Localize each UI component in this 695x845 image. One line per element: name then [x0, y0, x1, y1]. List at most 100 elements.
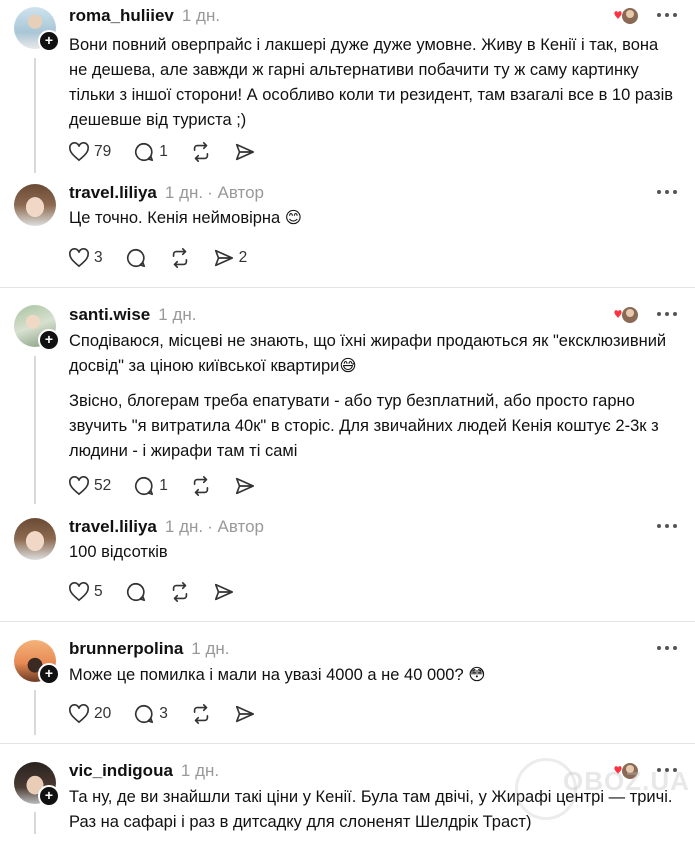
comment-text: Сподіваюся, місцеві не знають, що їхні ж… — [69, 329, 681, 474]
send-icon — [214, 583, 233, 601]
liked-by-author-icon — [614, 307, 638, 323]
username[interactable]: vic_indigoua — [69, 761, 173, 780]
repost-button[interactable] — [190, 703, 212, 725]
share-button[interactable] — [234, 703, 256, 725]
comment-icon — [135, 142, 154, 162]
thread-line — [34, 812, 36, 834]
comment-icon — [126, 248, 145, 268]
comment-paragraph: 100 відсотків — [69, 543, 168, 561]
send-icon — [235, 477, 254, 495]
repost-icon — [193, 476, 209, 496]
share-button[interactable] — [234, 141, 256, 163]
comment-text: Це точно. Кенія неймовірна 😊 — [69, 206, 681, 241]
timestamp[interactable]: 1 дн. — [182, 6, 220, 25]
send-icon — [235, 143, 254, 161]
author-tag: · Автор — [207, 517, 264, 536]
share-button[interactable] — [213, 581, 235, 603]
comment-paragraph: Сподіваюся, місцеві не знають, що їхні ж… — [69, 332, 667, 375]
share-button[interactable]: 2 — [213, 247, 248, 269]
send-icon — [235, 705, 254, 723]
more-icon[interactable] — [657, 13, 679, 19]
username[interactable]: roma_huliiev — [69, 6, 174, 25]
comment-text: Може це помилка і мали на увазі 4000 а н… — [69, 663, 681, 698]
repost-button[interactable] — [169, 581, 191, 603]
like-count: 5 — [94, 583, 103, 600]
follow-plus-icon[interactable]: + — [38, 30, 60, 52]
reply-button[interactable] — [125, 581, 147, 603]
repost-button[interactable] — [190, 141, 212, 163]
follow-plus-icon[interactable]: + — [38, 663, 60, 685]
share-button[interactable] — [234, 475, 256, 497]
action-bar: 3 2 — [68, 246, 269, 270]
reply-count: 3 — [159, 705, 168, 722]
reply-button[interactable]: 1 — [133, 141, 168, 163]
like-count: 79 — [94, 143, 112, 160]
heart-icon — [69, 704, 89, 724]
reply-count: 1 — [159, 143, 168, 160]
thread-line — [34, 58, 36, 173]
like-button[interactable]: 3 — [68, 248, 103, 268]
like-count: 3 — [94, 249, 103, 266]
reply-button[interactable]: 3 — [133, 703, 168, 725]
comment-header: santi.wise 1 дн. — [69, 305, 196, 325]
repost-icon — [193, 704, 209, 724]
divider — [0, 743, 695, 744]
heart-icon — [69, 582, 89, 602]
follow-plus-icon[interactable]: + — [38, 329, 60, 351]
action-bar: 5 — [68, 580, 257, 604]
comment-paragraph: Звісно, блогерам треба епатувати - або т… — [69, 392, 659, 460]
timestamp[interactable]: 1 дн. — [181, 761, 219, 780]
timestamp[interactable]: 1 дн. — [158, 305, 196, 324]
comment-header: roma_huliiev 1 дн. — [69, 6, 220, 26]
repost-button[interactable] — [190, 475, 212, 497]
more-icon[interactable] — [657, 646, 679, 652]
avatar[interactable] — [14, 184, 56, 226]
thread-line — [34, 356, 36, 504]
username[interactable]: santi.wise — [69, 305, 150, 324]
more-icon[interactable] — [657, 190, 679, 196]
author-tag: · Автор — [207, 183, 264, 202]
reply-button[interactable]: 1 — [133, 475, 168, 497]
heart-icon — [69, 142, 89, 162]
liked-by-author-icon — [614, 8, 638, 24]
like-count: 20 — [94, 705, 112, 722]
avatar[interactable] — [14, 518, 56, 560]
share-count: 2 — [238, 249, 248, 266]
more-icon[interactable] — [657, 524, 679, 530]
divider — [0, 287, 695, 288]
comment-header: vic_indigoua 1 дн. — [69, 761, 219, 781]
repost-icon — [172, 248, 187, 268]
send-icon — [214, 249, 233, 267]
timestamp[interactable]: 1 дн. — [191, 639, 229, 658]
watermark: OBOZ.UA — [515, 750, 695, 820]
follow-plus-icon[interactable]: + — [38, 785, 60, 807]
like-count: 52 — [94, 477, 112, 494]
reply-button[interactable] — [125, 247, 147, 269]
username[interactable]: brunnerpolina — [69, 639, 183, 658]
comment-icon — [135, 704, 154, 724]
username[interactable]: travel.liliya — [69, 183, 157, 202]
watermark-text: OBOZ.UA — [563, 766, 690, 796]
comment-text: 100 відсотків — [69, 540, 681, 575]
comment-paragraph: Вони повний оверпрайс і лакшері дуже дуж… — [69, 36, 674, 129]
like-button[interactable]: 5 — [68, 582, 103, 602]
comment-header: travel.liliya 1 дн. · Автор — [69, 517, 264, 537]
divider — [0, 621, 695, 622]
reply-count: 1 — [159, 477, 168, 494]
comment-header: travel.liliya 1 дн. · Автор — [69, 183, 264, 203]
like-button[interactable]: 52 — [68, 476, 111, 496]
more-icon[interactable] — [657, 312, 679, 318]
repost-button[interactable] — [169, 247, 191, 269]
comment-paragraph: Може це помилка і мали на увазі 4000 а н… — [69, 666, 486, 684]
comment-icon — [126, 582, 145, 602]
like-button[interactable]: 79 — [68, 142, 111, 162]
action-bar: 20 3 — [68, 702, 278, 726]
like-button[interactable]: 20 — [68, 704, 111, 724]
comment-header: brunnerpolina 1 дн. — [69, 639, 230, 659]
repost-icon — [172, 582, 187, 602]
comment-paragraph: Це точно. Кенія неймовірна 😊 — [69, 209, 302, 227]
username[interactable]: travel.liliya — [69, 517, 157, 536]
heart-icon — [69, 248, 89, 268]
timestamp[interactable]: 1 дн. — [165, 517, 203, 536]
timestamp[interactable]: 1 дн. — [165, 183, 203, 202]
